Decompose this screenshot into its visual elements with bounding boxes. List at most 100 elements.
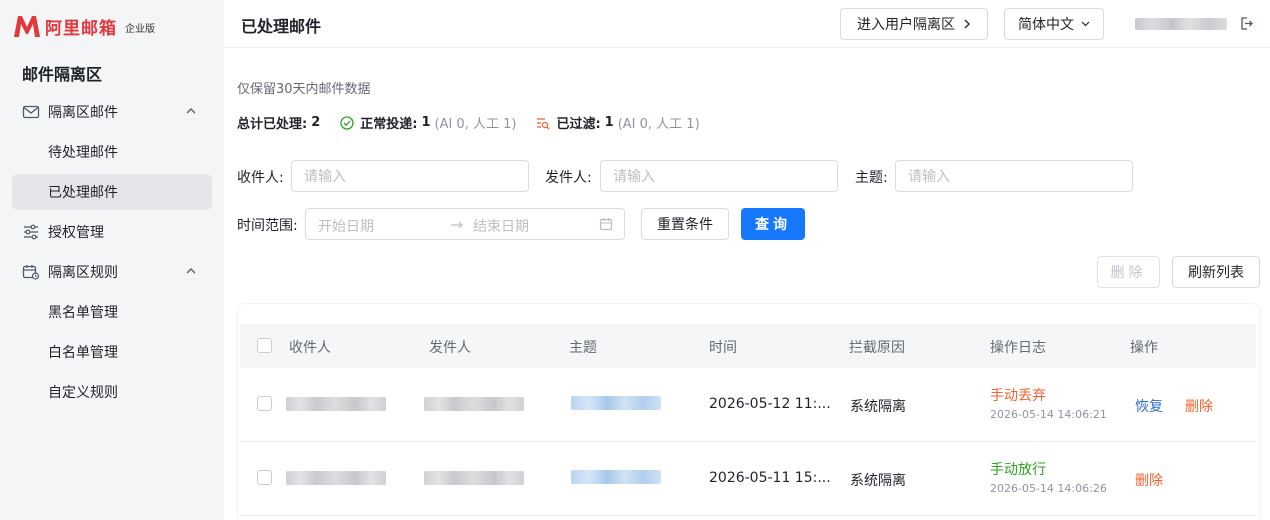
subject-link-redacted[interactable] bbox=[571, 470, 661, 484]
language-label: 简体中文 bbox=[1018, 17, 1074, 33]
sidebar: 阿里邮箱 企业版 邮件隔离区 隔离区邮件 待处理邮件 已处理邮件 授权管理 隔离… bbox=[0, 0, 224, 520]
stat-total: 总计已处理: 2 bbox=[237, 113, 320, 132]
select-all-checkbox[interactable] bbox=[257, 338, 272, 353]
stat-filtered-detail: (AI 0, 人工 1) bbox=[617, 117, 700, 132]
recipient-input[interactable]: 请输入 bbox=[291, 160, 529, 192]
subject-input[interactable]: 请输入 bbox=[895, 160, 1133, 192]
stat-delivered-detail: (AI 0, 人工 1) bbox=[434, 117, 517, 132]
logo[interactable]: 阿里邮箱 企业版 bbox=[12, 13, 155, 39]
recipient-redacted bbox=[286, 397, 386, 411]
chevron-down-icon bbox=[1081, 21, 1090, 27]
column-header-recipient: 收件人 bbox=[289, 340, 331, 356]
sidebar-item-label: 隔离区规则 bbox=[48, 265, 118, 281]
refresh-label: 刷新列表 bbox=[1188, 265, 1244, 281]
column-header-reason: 拦截原因 bbox=[849, 340, 905, 356]
retention-notice: 仅保留30天内邮件数据 bbox=[237, 82, 371, 97]
chevron-right-icon bbox=[964, 19, 970, 29]
query-label: 查询 bbox=[755, 217, 791, 233]
stat-filtered-label: 已过滤: bbox=[556, 117, 601, 132]
recipient-placeholder: 请输入 bbox=[304, 169, 346, 185]
column-header-log: 操作日志 bbox=[990, 340, 1046, 356]
delete-link[interactable]: 删除 bbox=[1185, 396, 1213, 416]
column-header-time: 时间 bbox=[709, 340, 737, 356]
sidebar-item-quarantine-rules[interactable]: 隔离区规则 bbox=[12, 254, 212, 290]
column-header-actions: 操作 bbox=[1130, 340, 1158, 356]
sidebar-item-label: 白名单管理 bbox=[48, 345, 118, 361]
row-reason: 系统隔离 bbox=[850, 473, 906, 489]
row-checkbox[interactable] bbox=[257, 470, 272, 485]
mail-table: 收件人 发件人 主题 时间 拦截原因 操作日志 操作 2026-05-12 11… bbox=[238, 304, 1260, 520]
sliders-icon bbox=[24, 224, 38, 240]
row-log-time: 2026-05-14 14:06:21 bbox=[990, 408, 1107, 421]
sidebar-item-label: 黑名单管理 bbox=[48, 305, 118, 321]
subject-link-redacted[interactable] bbox=[571, 396, 661, 410]
sidebar-item-label: 授权管理 bbox=[48, 225, 104, 241]
delete-button[interactable]: 删除 bbox=[1097, 256, 1160, 288]
delete-label: 删除 bbox=[1110, 265, 1147, 281]
subject-placeholder: 请输入 bbox=[908, 169, 950, 185]
row-log-action: 手动丢弃 bbox=[990, 388, 1046, 404]
stat-total-label: 总计已处理: bbox=[237, 117, 308, 132]
stat-filtered: 已过滤: 1 (AI 0, 人工 1) bbox=[536, 113, 700, 132]
stats-summary: 总计已处理: 2 正常投递: 1 (AI 0, 人工 1) 已过滤: 1 (AI… bbox=[237, 113, 720, 132]
column-header-sender: 发件人 bbox=[429, 340, 471, 356]
enter-user-quarantine-label: 进入用户隔离区 bbox=[857, 17, 955, 33]
sidebar-item-blacklist[interactable]: 黑名单管理 bbox=[12, 294, 212, 330]
user-account-redacted[interactable] bbox=[1135, 18, 1227, 30]
calendar-icon bbox=[599, 218, 613, 231]
sidebar-item-label: 已处理邮件 bbox=[48, 185, 118, 201]
query-button[interactable]: 查询 bbox=[741, 208, 805, 240]
top-bar: 已处理邮件 进入用户隔离区 简体中文 bbox=[224, 0, 1270, 48]
column-header-subject: 主题 bbox=[569, 340, 597, 356]
main-content: 已处理邮件 进入用户隔离区 简体中文 仅保留30天内邮件数据 总计已处理: 2 … bbox=[224, 0, 1270, 520]
subject-label: 主题: bbox=[855, 170, 888, 186]
date-range-picker[interactable]: 开始日期 结束日期 bbox=[305, 208, 625, 240]
sidebar-item-label: 待处理邮件 bbox=[48, 145, 118, 161]
sidebar-item-pending-mail[interactable]: 待处理邮件 bbox=[12, 134, 212, 170]
reset-label: 重置条件 bbox=[657, 217, 713, 233]
row-log-action: 手动放行 bbox=[990, 462, 1046, 478]
sender-input[interactable]: 请输入 bbox=[600, 160, 838, 192]
row-time: 2026-05-11 15:... bbox=[709, 470, 831, 486]
row-time: 2026-05-12 11:... bbox=[709, 396, 831, 412]
restore-link[interactable]: 恢复 bbox=[1135, 396, 1163, 416]
stat-filtered-value: 1 bbox=[604, 115, 614, 130]
brand-edition: 企业版 bbox=[125, 24, 155, 35]
reset-button[interactable]: 重置条件 bbox=[641, 208, 729, 240]
table-row[interactable]: 2026-05-12 11:... 系统隔离 手动丢弃 2026-05-14 1… bbox=[240, 368, 1256, 442]
filter-search-icon bbox=[537, 117, 550, 129]
mail-icon bbox=[22, 105, 40, 119]
stat-delivered-value: 1 bbox=[421, 115, 431, 130]
sidebar-item-quarantine-mail[interactable]: 隔离区邮件 bbox=[12, 94, 212, 130]
chevron-up-icon bbox=[186, 268, 196, 274]
sender-redacted bbox=[424, 471, 524, 485]
row-checkbox[interactable] bbox=[257, 396, 272, 411]
brand-name: 阿里邮箱 bbox=[45, 18, 117, 39]
sidebar-item-processed-mail[interactable]: 已处理邮件 bbox=[12, 174, 212, 210]
chevron-up-icon bbox=[186, 108, 196, 114]
calendar-rule-icon bbox=[22, 265, 40, 280]
recipient-label: 收件人: bbox=[237, 170, 284, 186]
time-range-label: 时间范围: bbox=[237, 218, 298, 234]
row-log-time: 2026-05-14 14:06:26 bbox=[990, 482, 1107, 495]
sidebar-item-label: 自定义规则 bbox=[48, 385, 118, 401]
stat-delivered: 正常投递: 1 (AI 0, 人工 1) bbox=[340, 113, 516, 132]
logout-icon[interactable] bbox=[1239, 16, 1254, 31]
enter-user-quarantine-button[interactable]: 进入用户隔离区 bbox=[840, 8, 988, 40]
sidebar-item-custom-rules[interactable]: 自定义规则 bbox=[12, 374, 212, 410]
sidebar-item-label: 隔离区邮件 bbox=[48, 105, 118, 121]
page-title: 已处理邮件 bbox=[241, 17, 322, 36]
sender-placeholder: 请输入 bbox=[613, 169, 655, 185]
end-date-placeholder: 结束日期 bbox=[473, 219, 529, 235]
table-row[interactable]: 2026-05-11 15:... 系统隔离 手动放行 2026-05-14 1… bbox=[240, 442, 1256, 516]
language-select[interactable]: 简体中文 bbox=[1004, 8, 1104, 40]
refresh-list-button[interactable]: 刷新列表 bbox=[1172, 256, 1260, 288]
arrow-right-icon bbox=[451, 221, 463, 229]
delete-link[interactable]: 删除 bbox=[1135, 470, 1163, 490]
sidebar-item-authorization[interactable]: 授权管理 bbox=[12, 214, 212, 250]
stat-delivered-label: 正常投递: bbox=[360, 117, 418, 132]
sidebar-title: 邮件隔离区 bbox=[22, 65, 103, 84]
recipient-redacted bbox=[286, 471, 386, 485]
sidebar-item-whitelist[interactable]: 白名单管理 bbox=[12, 334, 212, 370]
check-circle-icon bbox=[340, 115, 354, 130]
